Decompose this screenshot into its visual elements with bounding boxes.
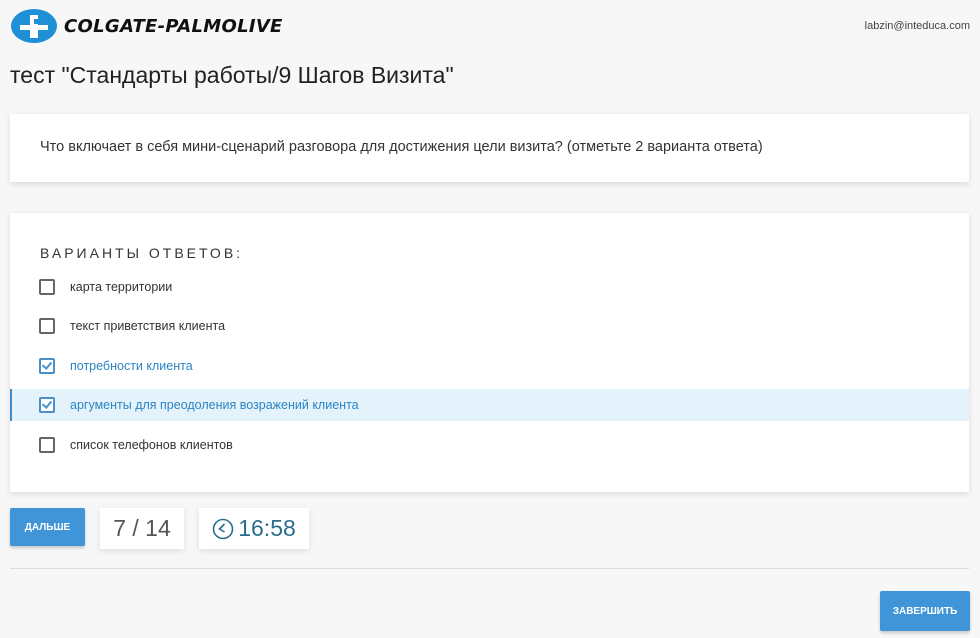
- checkbox[interactable]: [39, 318, 55, 334]
- answer-label: список телефонов клиентов: [70, 438, 233, 452]
- timer: 16:58: [199, 508, 309, 549]
- finish-button[interactable]: ЗАВЕРШИТЬ: [880, 591, 970, 631]
- divider: [10, 568, 969, 569]
- checkbox-checked[interactable]: [39, 358, 55, 374]
- next-button[interactable]: ДАЛЬШЕ: [10, 508, 85, 546]
- answer-label: аргументы для преодоления возражений кли…: [70, 398, 359, 412]
- answer-option-highlighted[interactable]: аргументы для преодоления возражений кли…: [10, 389, 969, 421]
- answers-heading: ВАРИАНТЫ ОТВЕТОВ:: [40, 245, 244, 261]
- question-card: Что включает в себя мини-сценарий разгов…: [10, 114, 969, 182]
- question-progress: 7 / 14: [100, 508, 184, 549]
- user-email[interactable]: labzin@inteduca.com: [865, 20, 970, 32]
- answer-label: текст приветствия клиента: [70, 319, 226, 333]
- answer-option[interactable]: текст приветствия клиента: [10, 310, 969, 342]
- answer-label: потребности клиента: [70, 359, 193, 373]
- answers-card: ВАРИАНТЫ ОТВЕТОВ: карта территории текст…: [10, 213, 969, 492]
- brand-name: COLGATE-PALMOLIVE: [64, 15, 283, 37]
- checkbox-checked[interactable]: [39, 397, 55, 413]
- answer-option[interactable]: потребности клиента: [10, 350, 969, 382]
- progress-text: 7 / 14: [113, 515, 171, 541]
- clock-icon: [212, 518, 234, 539]
- checkbox[interactable]: [39, 279, 55, 295]
- answer-option[interactable]: карта территории: [10, 271, 969, 303]
- brand-logo: COLGATE-PALMOLIVE: [10, 8, 283, 44]
- answer-label: карта территории: [70, 280, 173, 294]
- checkbox[interactable]: [39, 437, 55, 453]
- colgate-logo-icon: [11, 9, 57, 43]
- header: COLGATE-PALMOLIVE labzin@inteduca.com: [0, 0, 980, 52]
- answer-option[interactable]: список телефонов клиентов: [10, 429, 969, 461]
- timer-text: 16:58: [238, 515, 296, 541]
- question-text: Что включает в себя мини-сценарий разгов…: [40, 139, 763, 155]
- page-title: тест "Стандарты работы/9 Шагов Визита": [10, 62, 454, 88]
